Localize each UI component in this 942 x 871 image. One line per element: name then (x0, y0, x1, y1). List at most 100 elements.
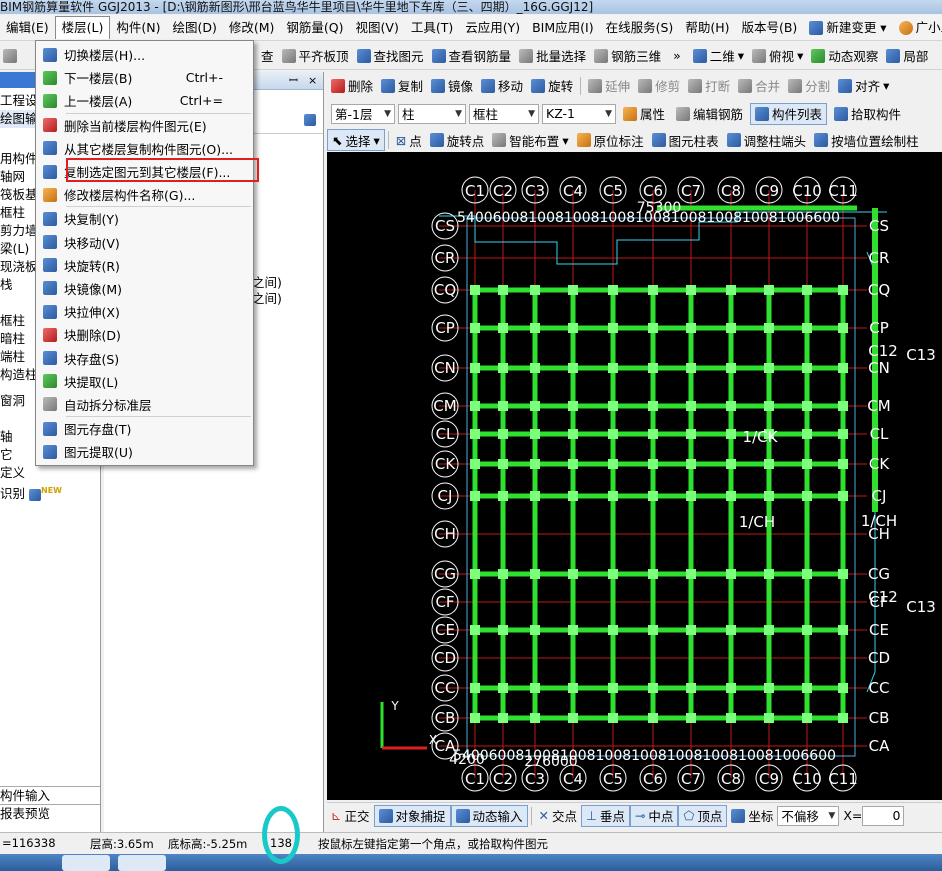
axis-label-top: C8 (721, 182, 741, 200)
move-button[interactable]: 移动 (477, 75, 527, 97)
menu-rebar-qty[interactable]: 钢筋量(Q) (280, 16, 349, 40)
axis-label-right-extra: C13 (906, 598, 936, 616)
menu-assistant[interactable]: 广小二 (893, 16, 942, 40)
menu-cloud[interactable]: 云应用(Y) (459, 16, 526, 40)
orbit-button[interactable]: 动态观察 (807, 45, 882, 67)
separator (387, 131, 389, 149)
mirror-button[interactable]: 镜像 (427, 75, 477, 97)
menu-floor[interactable]: 楼层(L) (54, 16, 111, 39)
pick-component-button[interactable]: 拾取构件 (830, 103, 905, 125)
search-icon[interactable] (304, 114, 316, 126)
menu-item-next-floor[interactable]: 下一楼层(B) Ctrl+- (36, 66, 253, 89)
menu-item-copy-from-other-floor[interactable]: 从其它楼层复制构件图元(O)... (36, 137, 253, 160)
menu-item-block-save[interactable]: 块存盘(S) (36, 346, 253, 369)
draw-by-wall-button[interactable]: 按墙位置绘制柱 (810, 129, 923, 151)
menu-item-prev-floor[interactable]: 上一楼层(A) Ctrl+= (36, 89, 253, 112)
copy-button[interactable]: 复制 (377, 75, 427, 97)
tab-report-preview[interactable]: 报表预览 (0, 804, 100, 822)
find-element-button[interactable]: 查找图元 (353, 45, 428, 67)
column (764, 459, 774, 469)
properties-button[interactable]: 属性 (619, 103, 669, 125)
menu-tools[interactable]: 工具(T) (405, 16, 459, 40)
member-select[interactable]: KZ-1 ▼ (542, 103, 616, 124)
extend-button[interactable]: 延伸 (584, 75, 634, 97)
edit-rebar-button[interactable]: 编辑钢筋 (672, 103, 747, 125)
menu-item-switch-floor[interactable]: 切换楼层(H)... (36, 43, 253, 66)
top-view-button[interactable]: 俯视 ▾ (748, 45, 807, 67)
menu-item-element-save[interactable]: 图元存盘(T) (36, 417, 253, 440)
floor-select[interactable]: 第-1层 ▼ (331, 103, 395, 124)
dynamic-input-button[interactable]: 动态输入 (450, 804, 528, 827)
trim-button[interactable]: 修剪 (634, 75, 684, 97)
point-button[interactable]: ⊠ 点 (392, 129, 426, 151)
ortho-button[interactable]: ⊾ 正交 (327, 805, 374, 827)
menu-item-block-delete[interactable]: 块删除(D) (36, 323, 253, 346)
menu-component[interactable]: 构件(N) (110, 16, 166, 40)
rotate-point-button[interactable]: 旋转点 (426, 129, 489, 151)
close-icon[interactable]: × (308, 72, 317, 90)
midpoint-button[interactable]: ⊸ 中点 (629, 804, 679, 827)
component-list-button[interactable]: 构件列表 (750, 102, 828, 125)
tab-component-input[interactable]: 构件输入 (0, 786, 100, 804)
split-button[interactable]: 分割 (784, 75, 834, 97)
menu-item-block-stretch[interactable]: 块拉伸(X) (36, 300, 253, 323)
menu-item-delete-floor-elements[interactable]: 删除当前楼层构件图元(E) (36, 114, 253, 137)
partial-button[interactable]: 局部 (882, 45, 932, 67)
menu-item-block-copy[interactable]: 块复制(Y) (36, 207, 253, 230)
axis-label-left: CP (435, 319, 455, 337)
tree-define[interactable]: 定义 (0, 464, 100, 482)
menu-modify[interactable]: 修改(M) (223, 16, 281, 40)
menu-edit[interactable]: 编辑(E) (0, 16, 55, 40)
batch-select-button[interactable]: 批量选择 (515, 45, 590, 67)
more-chevron-icon[interactable]: » (673, 48, 681, 63)
cad-drawing[interactable]: C1 C1 C2 C2 C3 C3 C4 C4 C5 C5 C6 C6 C7 C7 C8 C8 C9 C9 C10 C… (327, 152, 942, 800)
menu-item-block-mirror[interactable]: 块镜像(M) (36, 277, 253, 300)
vertex-button[interactable]: ⬠ 顶点 (678, 804, 728, 827)
menu-item-rename-components[interactable]: 修改楼层构件名称(G)... (36, 183, 253, 206)
rotate-button[interactable]: 旋转 (527, 75, 577, 97)
axis-label-right-extra: C13 (906, 346, 936, 364)
menu-item-element-extract[interactable]: 图元提取(U) (36, 440, 253, 463)
save-icon[interactable] (3, 48, 17, 63)
perpendicular-button[interactable]: ⊥ 垂点 (581, 804, 630, 827)
menu-online[interactable]: 在线服务(S) (600, 16, 680, 40)
taskbar-app-icon-2[interactable] (118, 855, 166, 871)
align-button[interactable]: 对齐 ▾ (834, 75, 893, 97)
x-input[interactable]: 0 (862, 805, 905, 826)
cad-canvas[interactable]: C1 C1 C2 C2 C3 C3 C4 C4 C5 C5 C6 C6 C7 C7 C8 C8 C9 C9 C10 C… (327, 152, 942, 800)
break-button[interactable]: 打断 (684, 75, 734, 97)
pin-icon[interactable]: ꟷ (289, 72, 298, 90)
menu-new-change[interactable]: 新建变更 ▾ (803, 16, 892, 40)
menu-version[interactable]: 版本号(B) (735, 16, 803, 40)
menu-item-auto-split-floors[interactable]: 自动拆分标准层 (36, 393, 253, 416)
query-button[interactable]: 查 (257, 45, 278, 67)
coordinate-button[interactable]: 坐标 (727, 805, 777, 827)
delete-button[interactable]: 删除 (327, 75, 377, 97)
in-place-annotation-button[interactable]: 原位标注 (573, 129, 648, 151)
column-table-button[interactable]: 图元柱表 (648, 129, 723, 151)
smart-layout-button[interactable]: 智能布置 ▾ (488, 129, 572, 151)
view-rebar-qty-button[interactable]: 查看钢筋量 (428, 45, 516, 67)
type-select[interactable]: 柱 ▼ (398, 103, 466, 124)
menu-item-block-move[interactable]: 块移动(V) (36, 231, 253, 254)
offset-select[interactable]: 不偏移 ▼ (777, 805, 840, 826)
menu-bim[interactable]: BIM应用(I) (526, 16, 600, 40)
rebar-3d-button[interactable]: 钢筋三维 (590, 45, 665, 67)
menu-item-copy-to-other-floor[interactable]: 复制选定图元到其它楼层(F)... (36, 157, 259, 183)
merge-button[interactable]: 合并 (734, 75, 784, 97)
subtype-select[interactable]: 框柱 ▼ (469, 103, 539, 124)
menu-view[interactable]: 视图(V) (350, 16, 405, 40)
adjust-column-end-button[interactable]: 调整柱端头 (723, 129, 811, 151)
menu-help[interactable]: 帮助(H) (679, 16, 735, 40)
menu-item-block-extract[interactable]: 块提取(L) (36, 370, 253, 393)
taskbar-app-icon-1[interactable] (62, 855, 110, 871)
object-snap-button[interactable]: 对象捕捉 (373, 804, 451, 827)
menu-item-block-rotate[interactable]: 块旋转(R) (36, 254, 253, 277)
intersection-button[interactable]: ✕ 交点 (535, 805, 582, 827)
select-button[interactable]: ⬉ 选择 ▾ (327, 129, 385, 151)
align-slab-top-button[interactable]: 平齐板顶 (278, 45, 353, 67)
left-bottom-tabs: 构件输入 报表预览 (0, 786, 100, 822)
menu-draw[interactable]: 绘图(D) (166, 16, 222, 40)
tree-recognize[interactable]: 识别 NEW (0, 482, 100, 501)
2d-button[interactable]: 二维 ▾ (689, 45, 748, 67)
